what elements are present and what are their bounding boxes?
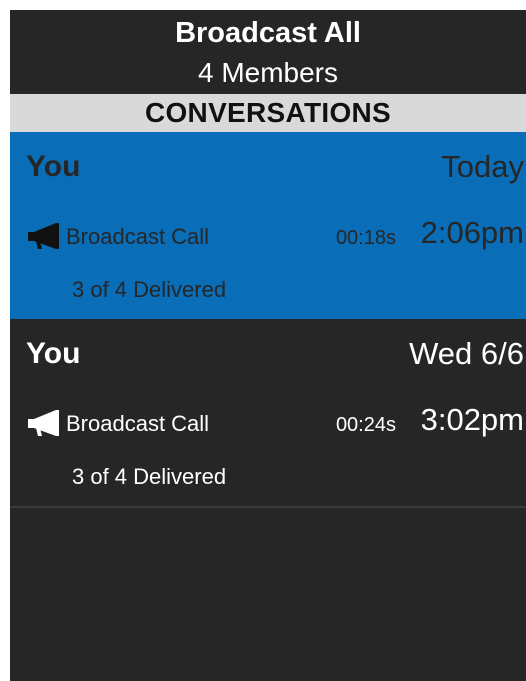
call-label: Broadcast Call [66, 224, 210, 249]
call-time: 3:02pm [420, 402, 524, 437]
call-duration: 00:18s [335, 227, 396, 249]
list-divider [10, 506, 526, 508]
group-header: Broadcast All 4 Members [10, 10, 526, 94]
megaphone-icon [26, 409, 66, 437]
conversation-date: Today [441, 149, 524, 184]
group-name: Broadcast All [175, 17, 361, 49]
delivery-status: 3 of 4 Delivered [72, 464, 227, 489]
call-row: Broadcast Call 00:24s 3:02pm [26, 402, 524, 443]
call-label: Broadcast Call [66, 411, 210, 436]
conversation-sender: You [26, 337, 81, 370]
conversations-section-title: CONVERSATIONS [10, 94, 526, 132]
call-time: 2:06pm [420, 215, 524, 250]
conversation-item[interactable]: You Wed 6/6 Broadcast Call 00:24s 3:02pm… [10, 319, 526, 506]
device-screen: Broadcast All 4 Members CONVERSATIONS Yo… [10, 10, 526, 681]
call-duration: 00:24s [335, 414, 396, 436]
conversation-date: Wed 6/6 [409, 336, 524, 371]
delivery-status: 3 of 4 Delivered [72, 277, 227, 302]
member-count: 4 Members [197, 57, 339, 88]
call-row: Broadcast Call 00:18s 2:06pm [26, 215, 524, 256]
megaphone-icon [26, 222, 66, 250]
conversation-sender: You [26, 150, 81, 183]
conversation-item[interactable]: You Today Broadcast Call 00:18s 2:06pm 3… [10, 132, 526, 319]
